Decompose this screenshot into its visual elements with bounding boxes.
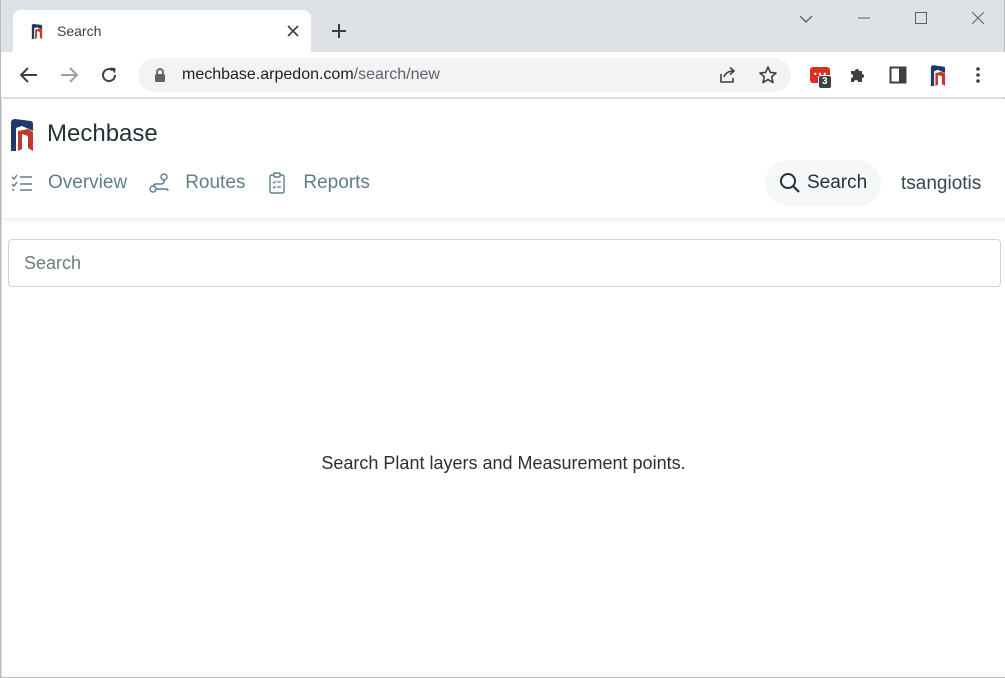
tab-title: Search: [57, 23, 102, 39]
search-button-label: Search: [807, 172, 868, 193]
url-host: mechbase.arpedon.com: [182, 66, 354, 83]
empty-state-message: Search Plant layers and Measurement poin…: [321, 453, 686, 473]
brand-name: Mechbase: [47, 120, 158, 147]
window-controls: [835, 0, 1005, 36]
browser-toolbar: mechbase.arpedon.com/search/new ••• 3: [1, 52, 1005, 98]
search-icon: [780, 173, 800, 193]
url-path: /search/new: [353, 66, 440, 83]
address-bar[interactable]: mechbase.arpedon.com/search/new: [138, 58, 791, 92]
nav-label-overview: Overview: [48, 172, 128, 193]
nav-item-routes[interactable]: Routes: [147, 171, 245, 195]
extension-badge: 3: [818, 75, 832, 89]
browser-tab[interactable]: Search: [13, 10, 311, 52]
browser-window: Search mechbase.arpedon.com/search/new 3…: [0, 0, 1005, 678]
tab-strip: Search: [1, 0, 1005, 52]
page-content: Mechbase Overview Routes Reports Search …: [2, 99, 1005, 677]
forward-arrow-icon[interactable]: [53, 59, 85, 91]
clipboard-icon: [265, 171, 289, 195]
tab-close-icon[interactable]: [279, 17, 307, 45]
tab-search-chevron-icon[interactable]: [793, 6, 819, 32]
close-window-icon[interactable]: [949, 0, 1005, 36]
maximize-icon[interactable]: [892, 0, 949, 36]
bookmark-star-icon[interactable]: [756, 63, 780, 87]
browser-menu-icon[interactable]: [962, 59, 994, 91]
brand[interactable]: Mechbase: [9, 117, 158, 151]
url-text[interactable]: mechbase.arpedon.com/search/new: [182, 66, 440, 84]
user-menu[interactable]: tsangiotis: [901, 173, 981, 195]
password-extension-icon[interactable]: ••• 3: [804, 59, 836, 91]
checklist-icon: [10, 171, 34, 195]
extensions-puzzle-icon[interactable]: [842, 59, 874, 91]
route-icon: [147, 171, 171, 195]
back-arrow-icon[interactable]: [13, 59, 45, 91]
nav-item-overview[interactable]: Overview: [10, 171, 127, 195]
reload-icon[interactable]: [93, 59, 125, 91]
search-input[interactable]: [8, 239, 1001, 287]
mechbase-logo-icon: [31, 23, 43, 39]
main-nav: Overview Routes Reports: [10, 171, 390, 195]
search-button[interactable]: Search: [765, 160, 881, 206]
new-tab-icon[interactable]: [325, 17, 353, 45]
mechbase-extension-icon[interactable]: [922, 59, 954, 91]
app-header: Mechbase Overview Routes Reports Search …: [2, 99, 1005, 219]
nav-label-routes: Routes: [185, 172, 246, 193]
share-icon[interactable]: [716, 63, 740, 87]
mechbase-logo-icon: [11, 119, 33, 151]
nav-label-reports: Reports: [303, 172, 370, 193]
lock-icon[interactable]: [152, 67, 168, 83]
nav-item-reports[interactable]: Reports: [265, 171, 370, 195]
minimize-icon[interactable]: [835, 0, 892, 36]
side-panel-icon[interactable]: [882, 59, 914, 91]
